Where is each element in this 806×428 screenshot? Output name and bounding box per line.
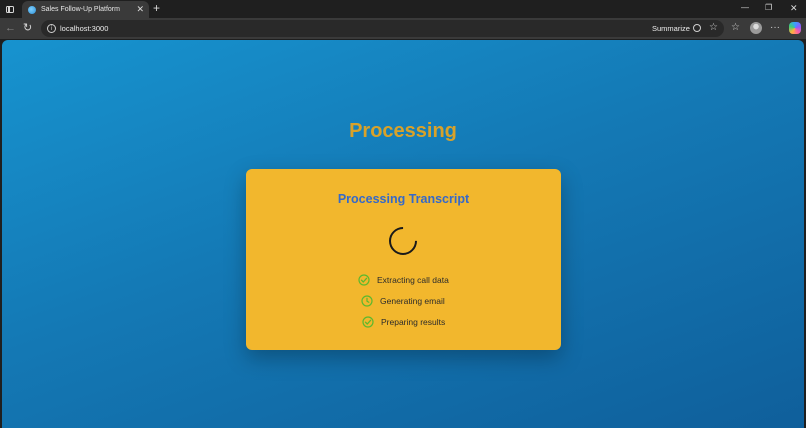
step-preparing-results: Preparing results	[362, 315, 445, 329]
check-circle-icon	[362, 316, 374, 328]
step-extracting-call-data: Extracting call data	[358, 273, 449, 287]
window-close-icon[interactable]: ✕	[790, 2, 798, 14]
step-label: Preparing results	[381, 317, 446, 327]
copilot-icon[interactable]	[789, 22, 801, 34]
step-generating-email: Generating email	[361, 294, 445, 308]
more-options-icon[interactable]: ···	[770, 21, 780, 35]
browser-toolbar: ← ↻ i localhost:3000 Summarize ☆ ☆ ···	[0, 18, 806, 39]
card-title: Processing Transcript	[337, 192, 470, 206]
reload-icon[interactable]: ↻	[23, 21, 32, 35]
favorite-star-icon[interactable]: ☆	[709, 21, 718, 35]
profile-avatar[interactable]	[750, 22, 762, 34]
clock-icon	[361, 295, 373, 307]
tab-close-icon[interactable]: ✕	[136, 4, 144, 15]
minimize-icon[interactable]: —	[741, 2, 749, 14]
step-label: Generating email	[380, 296, 445, 306]
favorites-icon[interactable]: ☆	[731, 21, 740, 35]
tab-title: Sales Follow-Up Platform	[41, 6, 120, 13]
processing-card: Processing Transcript Extracting call da…	[246, 169, 561, 350]
page-heading: Processing	[349, 120, 457, 142]
url-text[interactable]: localhost:3000	[60, 23, 108, 34]
browser-tab-bar: Sales Follow-Up Platform ✕ + — ❐ ✕	[0, 0, 806, 18]
address-bar[interactable]: i localhost:3000 Summarize ☆	[41, 20, 724, 37]
favicon-icon	[28, 5, 36, 14]
check-circle-icon	[358, 274, 370, 286]
restore-icon[interactable]: ❐	[765, 2, 772, 14]
summarize-icon[interactable]	[693, 24, 701, 32]
tab-actions-icon[interactable]	[4, 3, 16, 15]
browser-tab[interactable]: Sales Follow-Up Platform ✕	[22, 1, 149, 18]
back-arrow-icon[interactable]: ←	[5, 21, 16, 35]
step-label: Extracting call data	[377, 275, 449, 285]
new-tab-icon[interactable]: +	[153, 1, 160, 16]
summarize-button[interactable]: Summarize	[652, 23, 690, 34]
page-viewport: Processing Processing Transcript Extract…	[2, 40, 804, 428]
site-info-icon[interactable]: i	[47, 24, 56, 33]
loading-spinner-icon	[383, 221, 423, 261]
